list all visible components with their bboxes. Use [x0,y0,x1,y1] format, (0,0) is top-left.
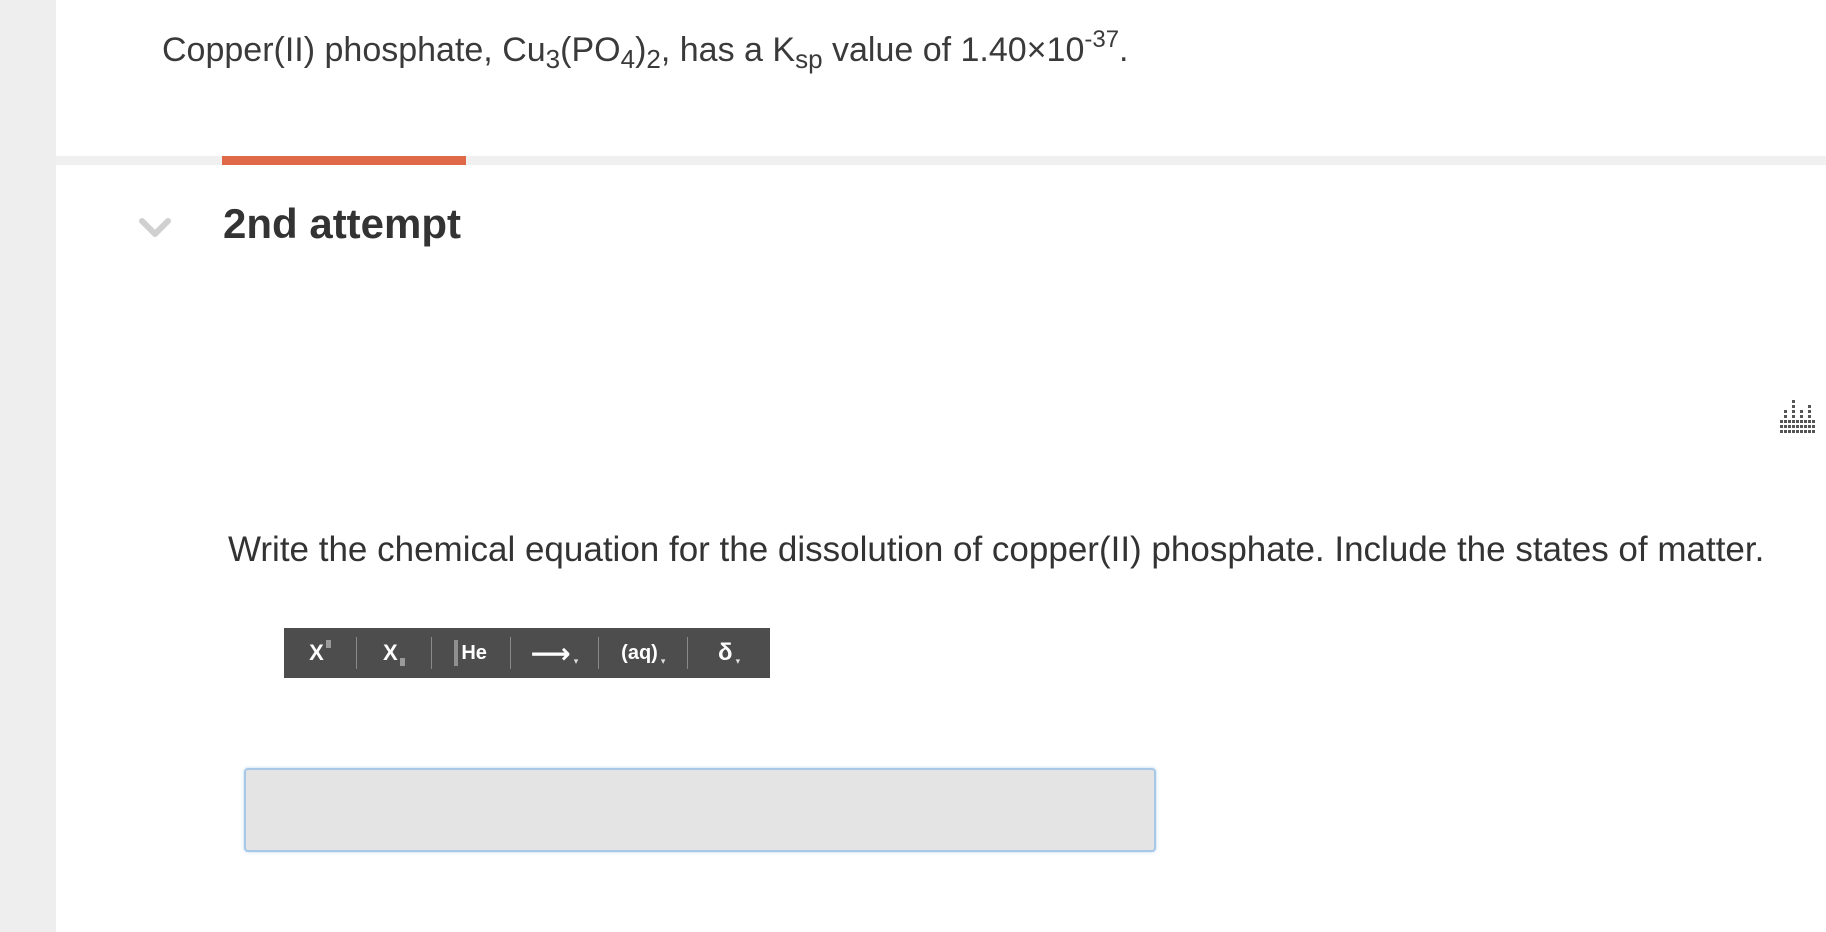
delta-icon: δ [718,639,733,666]
chevron-down-icon: ▾ [573,655,579,666]
element-label: He [461,641,487,664]
state-label: (aq) [621,641,658,664]
reaction-arrow-button[interactable]: ⟶ ▾ [511,628,599,678]
answer-input[interactable] [244,768,1156,852]
superscript-label: X [309,640,324,665]
chevron-down-icon: ▾ [735,655,741,666]
subscript-placeholder-icon [399,658,405,666]
chemistry-editor-toolbar: X X He ⟶ ▾ (aq) ▾ δ ▾ [284,628,770,678]
delta-symbol-button[interactable]: δ ▾ [688,628,770,678]
chevron-down-icon[interactable] [138,214,172,242]
element-button[interactable]: He [432,628,510,678]
superscript-placeholder-icon [325,640,331,648]
state-of-matter-button[interactable]: (aq) ▾ [599,628,687,678]
element-placeholder-icon [454,640,459,666]
chevron-down-icon: ▾ [660,655,666,666]
superscript-button[interactable]: X [284,628,356,678]
resource-grid-icon[interactable] [1780,398,1816,438]
question-stem: Copper(II) phosphate, Cu3(PO4)2, has a K… [162,26,1129,74]
question-prompt: Write the chemical equation for the diss… [228,530,1765,569]
attempt-progress-indicator [222,156,466,165]
subscript-label: X [382,640,398,665]
left-rail [0,0,56,932]
arrow-icon: ⟶ [530,637,571,669]
subscript-button[interactable]: X [357,628,431,678]
attempt-title: 2nd attempt [223,200,462,247]
